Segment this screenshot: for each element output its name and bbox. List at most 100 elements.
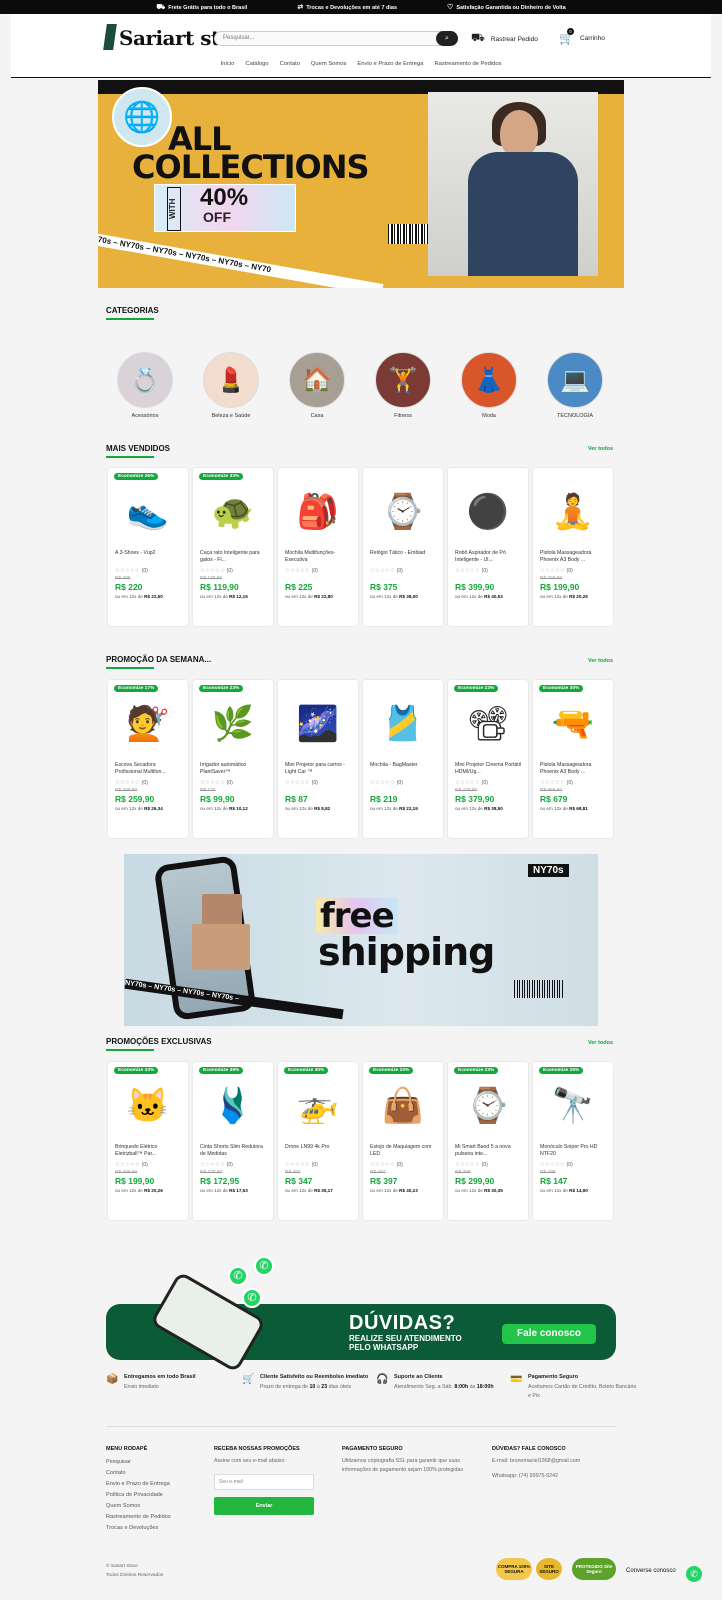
- product-image[interactable]: ⌚: [370, 480, 436, 544]
- product-image[interactable]: ⚫: [455, 480, 521, 544]
- product-card[interactable]: 🚁 Economize 30% Drone LN99 4k Pro ☆☆☆☆☆ (0) R…: [278, 1062, 358, 1220]
- product-image[interactable]: 🚁: [285, 1074, 351, 1138]
- product-card[interactable]: 👜 Economize 20% Estojo de Maquiagem com LE…: [363, 1062, 443, 1220]
- product-card[interactable]: 💇 Economize 17% Escova Secadora Profission…: [108, 680, 188, 838]
- product-name[interactable]: Relógio Tático - Emblad: [370, 550, 438, 564]
- product-image[interactable]: 🧘: [540, 480, 606, 544]
- category-item[interactable]: 💻 TECNOLOGIA: [530, 352, 620, 419]
- product-card[interactable]: 🧘 Pistola Massageadora Phoenix A3 Body ..…: [533, 468, 613, 626]
- cart-link[interactable]: 🛒 0 Carrinho: [559, 28, 605, 45]
- product-card[interactable]: 🔫 Economize 30% Pistola Massageadora Phoen…: [533, 680, 613, 838]
- contact-whatsapp[interactable]: Whatsapp: (74) 99975-9242: [492, 1472, 620, 1481]
- category-item[interactable]: 💍 Acessórios: [100, 352, 190, 419]
- whatsapp-banner[interactable]: ✆ ✆ ✆ DÚVIDAS? REALIZE SEU ATENDIMENTO P…: [106, 1252, 616, 1373]
- product-name[interactable]: Mochila - BagMaster: [370, 762, 438, 776]
- nav-item[interactable]: Rastreamento de Pedidos: [434, 61, 501, 67]
- category-item[interactable]: 🏋 Fitness: [358, 352, 448, 419]
- product-card[interactable]: ⌚ Relógio Tático - Emblad ☆☆☆☆☆ (0) R$ 375 ou…: [363, 468, 443, 626]
- product-card[interactable]: 🩱 Economize 38% Cinta Shorts Slim Redutora…: [193, 1062, 273, 1220]
- search-input[interactable]: Pesquisar...: [223, 35, 254, 41]
- product-name[interactable]: Mini Projetor para carros - Light Car ™: [285, 762, 353, 776]
- category-item[interactable]: 💄 Beleza e Saúde: [186, 352, 276, 419]
- product-card[interactable]: ⌚ Economize 23% Mi Smart Band 5 a nova pul…: [448, 1062, 528, 1220]
- weekly-see-all-link[interactable]: Ver todos: [588, 658, 613, 664]
- contact-email[interactable]: E-mail: brunomaciel1368@gmail.com: [492, 1457, 622, 1466]
- product-name[interactable]: Pistola Massageadora Phoenix A3 Body ...: [540, 762, 608, 776]
- nav-item[interactable]: Envio e Prazo de Entrega: [357, 61, 423, 67]
- whatsapp-chat-button[interactable]: ✆: [686, 1566, 702, 1582]
- product-image[interactable]: 🔭: [540, 1074, 606, 1138]
- product-name[interactable]: Drone LN99 4k Pro: [285, 1144, 353, 1158]
- product-image[interactable]: 👟: [115, 480, 181, 544]
- product-name[interactable]: Mi Smart Band 5 a nova pulseira inte...: [455, 1144, 523, 1158]
- nav-item[interactable]: Contato: [280, 61, 300, 67]
- product-card[interactable]: 🔭 Economize 26% Monóculo Sniper Pro HD NTF…: [533, 1062, 613, 1220]
- category-item[interactable]: 👗 Moda: [444, 352, 534, 419]
- product-card[interactable]: 🌌 Mini Projetor para carros - Light Car ™…: [278, 680, 358, 838]
- product-image[interactable]: 🌿: [200, 692, 266, 756]
- product-image[interactable]: 🌌: [285, 692, 351, 756]
- footer-link[interactable]: Pesquisar: [106, 1457, 171, 1468]
- product-name[interactable]: Estojo de Maquiagem com LED: [370, 1144, 438, 1158]
- product-card[interactable]: 🎒 Mochila Multifunções-Executiva ☆☆☆☆☆ (0) R…: [278, 468, 358, 626]
- footer-link[interactable]: Rastreamento de Pedidos: [106, 1512, 171, 1523]
- product-image[interactable]: 👜: [370, 1074, 436, 1138]
- nav-item[interactable]: Início: [221, 61, 235, 67]
- footer-link[interactable]: Contato: [106, 1468, 171, 1479]
- product-card[interactable]: ⚫ Robô Aspirador de Pó Inteligente - Ul..…: [448, 468, 528, 626]
- product-image[interactable]: 🎒: [285, 480, 351, 544]
- installment-value: R$ 38,00: [399, 594, 418, 599]
- footer-link[interactable]: Envio e Prazo de Entrega: [106, 1479, 171, 1490]
- footer-link[interactable]: Quem Somos: [106, 1501, 171, 1512]
- product-name[interactable]: Pistola Massageadora Phoenix A3 Body ...: [540, 550, 608, 564]
- product-name[interactable]: A 3-Shoes - Vup2: [115, 550, 183, 564]
- track-order-link[interactable]: ⛟ Rastrear Pedido: [471, 32, 538, 46]
- product-image[interactable]: 🎽: [370, 692, 436, 756]
- product-image[interactable]: 🔫: [540, 692, 606, 756]
- product-name[interactable]: Escova Secadora Profissional Multifun...: [115, 762, 183, 776]
- product-name[interactable]: Irrigador automático PlantSaver™: [200, 762, 268, 776]
- product-card[interactable]: 👟 Economize 26% A 3-Shoes - Vup2 ☆☆☆☆☆ (0) R$…: [108, 468, 188, 626]
- installment-value: R$ 10,12: [229, 806, 248, 811]
- product-name[interactable]: Monóculo Sniper Pro HD NTF20: [540, 1144, 608, 1158]
- nav-item[interactable]: Catálogo: [245, 61, 268, 67]
- product-image[interactable]: 💇: [115, 692, 181, 756]
- product-image[interactable]: 🐢: [200, 480, 266, 544]
- whatsapp-cta-button[interactable]: Fale conosco: [502, 1324, 596, 1344]
- newsletter-send-button[interactable]: Enviar: [214, 1497, 314, 1515]
- category-image[interactable]: 💻: [547, 352, 603, 408]
- exclusive-see-all-link[interactable]: Ver todos: [588, 1040, 613, 1046]
- footer-link[interactable]: Trocas e Devoluções: [106, 1523, 171, 1534]
- chat-label[interactable]: Converse conosco: [626, 1568, 676, 1574]
- hero-banner[interactable]: 🌐 ALL COLLECTIONS WITH 40% OFF NY70s – N…: [98, 80, 624, 288]
- newsletter-email-input[interactable]: Seu e-mail: [214, 1474, 314, 1490]
- product-name[interactable]: Caça rato Inteligente para gatos - Fl...: [200, 550, 268, 564]
- product-image[interactable]: ⌚: [455, 1074, 521, 1138]
- category-image[interactable]: 💄: [203, 352, 259, 408]
- product-card[interactable]: 🐱 Economize 33% Brinquedo Elétrico Eletriz…: [108, 1062, 188, 1220]
- product-card[interactable]: 📽 Economize 23% Mini Projetor Cinema Portá…: [448, 680, 528, 838]
- category-item[interactable]: 🏠 Casa: [272, 352, 362, 419]
- product-name[interactable]: Brinquedo Elétrico Eletrizball™ Par...: [115, 1144, 183, 1158]
- search-icon[interactable]: ⌕: [436, 31, 458, 46]
- product-card[interactable]: 🌿 Economize 23% Irrigador automático Plant…: [193, 680, 273, 838]
- search-bar[interactable]: Pesquisar... ⌕: [214, 31, 458, 46]
- product-name[interactable]: Robô Aspirador de Pó Inteligente - Ul...: [455, 550, 523, 564]
- product-card[interactable]: 🐢 Economize 33% Caça rato Inteligente para…: [193, 468, 273, 626]
- free-shipping-banner[interactable]: free shipping NY70s NY70s – NY70s – NY70…: [124, 854, 598, 1026]
- bestsellers-see-all-link[interactable]: Ver todos: [588, 446, 613, 452]
- product-name[interactable]: Mini Projetor Cinema Portátil HDMI/Ug...: [455, 762, 523, 776]
- category-image[interactable]: 👗: [461, 352, 517, 408]
- product-card[interactable]: 🎽 Mochila - BagMaster ☆☆☆☆☆ (0) R$ 219 ou em …: [363, 680, 443, 838]
- product-image[interactable]: 🐱: [115, 1074, 181, 1138]
- category-image[interactable]: 💍: [117, 352, 173, 408]
- category-image[interactable]: 🏠: [289, 352, 345, 408]
- product-image[interactable]: 📽: [455, 692, 521, 756]
- footer-link[interactable]: Política de Privacidade: [106, 1490, 171, 1501]
- category-image[interactable]: 🏋: [375, 352, 431, 408]
- review-count: (0): [311, 568, 318, 574]
- product-name[interactable]: Mochila Multifunções-Executiva: [285, 550, 353, 564]
- nav-item[interactable]: Quem Somos: [311, 61, 346, 67]
- product-name[interactable]: Cinta Shorts Slim Redutora de Medidas: [200, 1144, 268, 1158]
- product-image[interactable]: 🩱: [200, 1074, 266, 1138]
